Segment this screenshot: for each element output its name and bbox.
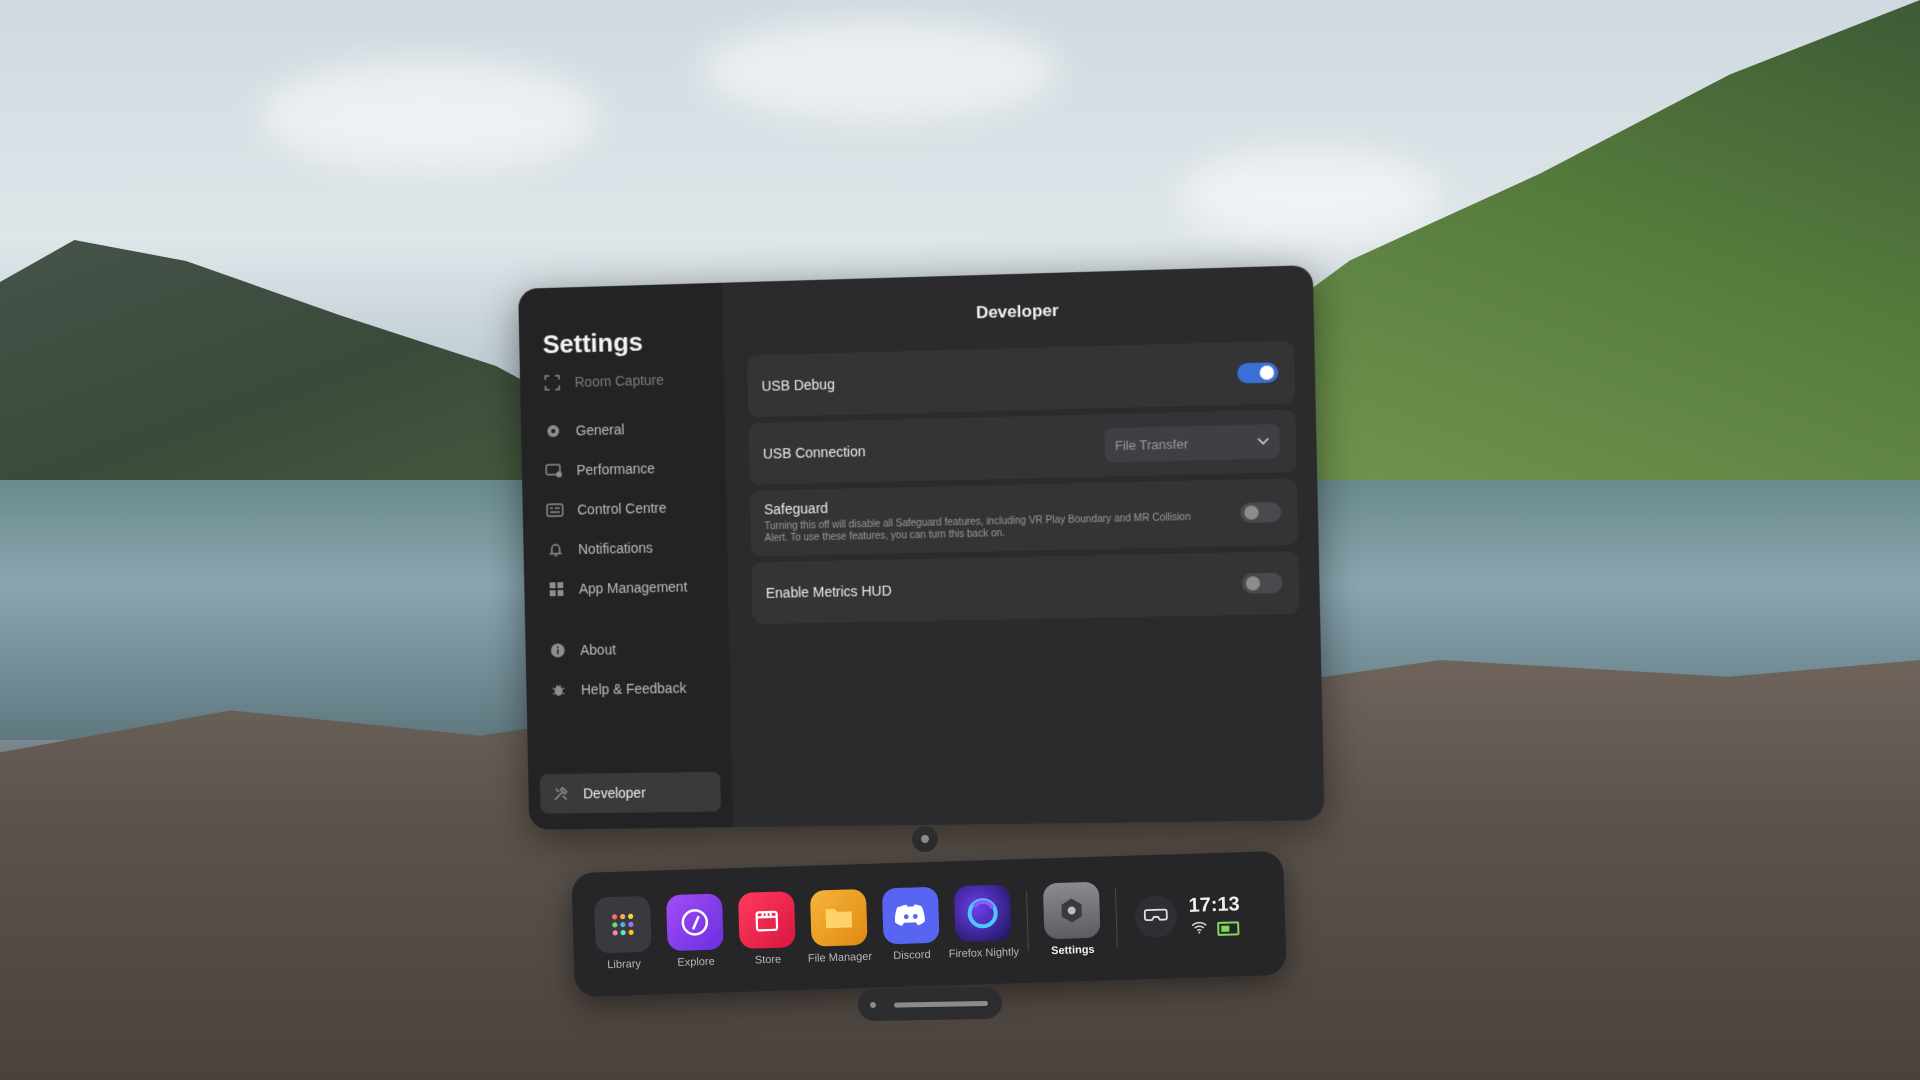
settings-sidebar: Settings Room Capture General Performanc… <box>518 282 734 830</box>
dock-app-firefox-nightly[interactable]: Firefox Nightly <box>946 884 1020 960</box>
sidebar-item-label: Developer <box>583 784 646 802</box>
firefox-nightly-icon <box>953 884 1012 943</box>
metrics-hud-toggle[interactable] <box>1241 572 1283 594</box>
sidebar-item-general[interactable]: General <box>532 407 713 451</box>
page-title: Developer <box>975 300 1059 323</box>
cloud <box>700 20 1060 120</box>
app-label: Firefox Nightly <box>948 946 1020 961</box>
gear-icon <box>544 422 562 440</box>
vr-environment: Settings Room Capture General Performanc… <box>0 0 1920 1080</box>
folder-icon <box>809 888 868 947</box>
sidebar-item-label: General <box>575 421 625 439</box>
usb-connection-dropdown[interactable]: File Transfer <box>1104 423 1280 463</box>
usb-connection-row: USB Connection File Transfer <box>748 409 1297 485</box>
developer-page: Developer USB Debug USB Connection File … <box>722 265 1325 827</box>
vr-headset-icon <box>1143 906 1169 928</box>
usb-connection-label: USB Connection <box>762 443 866 462</box>
settings-title: Settings <box>542 326 644 360</box>
compass-icon <box>665 893 724 952</box>
performance-icon <box>545 462 563 480</box>
safeguard-row: Safeguard Turning this off will disable … <box>749 478 1299 557</box>
wifi-icon <box>1191 921 1207 936</box>
sidebar-item-control-centre[interactable]: Control Centre <box>534 487 715 531</box>
sidebar-item-label: App Management <box>578 578 688 597</box>
dock-app-file-manager[interactable]: File Manager <box>802 888 876 965</box>
status-icons <box>1191 920 1240 937</box>
bell-icon <box>547 541 565 559</box>
grid-icon <box>548 580 566 598</box>
sidebar-item-label: Notifications <box>577 539 653 558</box>
discord-icon <box>881 886 940 945</box>
safeguard-text: Safeguard Turning this off will disable … <box>764 491 1206 545</box>
sidebar-item-label: Control Centre <box>577 499 667 518</box>
sidebar-item-app-management[interactable]: App Management <box>536 566 717 609</box>
app-dock: Library Explore Store File Manager Disco… <box>571 850 1287 998</box>
dock-divider <box>1026 890 1029 951</box>
store-icon <box>737 891 796 949</box>
settings-window: Settings Room Capture General Performanc… <box>518 265 1325 830</box>
cloud <box>1180 150 1440 240</box>
sidebar-item-label: About <box>580 641 617 658</box>
bug-icon <box>550 681 568 699</box>
safeguard-description: Turning this off will disable all Safegu… <box>764 511 1191 545</box>
sidebar-item-developer[interactable]: Developer <box>539 771 721 814</box>
cloud <box>260 60 600 170</box>
settings-hex-icon <box>1042 881 1101 940</box>
app-label: Explore <box>677 955 715 969</box>
control-centre-icon <box>546 501 564 519</box>
usb-connection-value: File Transfer <box>1114 435 1189 453</box>
app-label: Library <box>607 958 642 972</box>
headset-view-button[interactable] <box>1134 895 1178 939</box>
chevron-down-icon <box>1257 434 1270 448</box>
app-label: Discord <box>893 948 931 963</box>
window-grab-handle[interactable] <box>912 826 938 852</box>
dock-divider <box>1114 888 1118 949</box>
room-capture-icon <box>543 374 561 392</box>
dock-app-library[interactable]: Library <box>586 895 660 971</box>
app-label: File Manager <box>807 950 873 965</box>
toggle-knob <box>1259 365 1275 380</box>
toggle-knob <box>1244 505 1259 520</box>
library-grid-icon <box>594 895 652 954</box>
dock-grab-handle[interactable] <box>857 986 1003 1022</box>
tools-icon <box>552 785 570 803</box>
usb-debug-toggle[interactable] <box>1237 362 1279 384</box>
sidebar-item-label: Help & Feedback <box>580 679 687 698</box>
app-label: Store <box>754 953 782 967</box>
dock-app-explore[interactable]: Explore <box>658 893 732 969</box>
toggle-knob <box>1245 576 1261 591</box>
dock-app-store[interactable]: Store <box>730 891 804 967</box>
safeguard-toggle[interactable] <box>1240 501 1282 523</box>
clock: 17:13 <box>1188 893 1241 917</box>
dock-app-discord[interactable]: Discord <box>874 886 948 962</box>
sidebar-item-label: Room Capture <box>574 371 664 391</box>
metrics-hud-label: Enable Metrics HUD <box>765 582 892 601</box>
dock-app-settings[interactable]: Settings <box>1035 881 1109 957</box>
metrics-hud-row: Enable Metrics HUD <box>751 551 1300 625</box>
sidebar-item-about[interactable]: About <box>537 628 718 671</box>
sidebar-item-label: Performance <box>576 460 656 479</box>
battery-icon <box>1216 920 1240 936</box>
sidebar-item-room-capture[interactable]: Room Capture <box>531 364 712 399</box>
app-label: Settings <box>1051 943 1095 958</box>
info-icon <box>549 641 567 659</box>
status-area[interactable]: 17:13 <box>1188 893 1240 937</box>
sidebar-item-notifications[interactable]: Notifications <box>535 526 716 569</box>
usb-debug-label: USB Debug <box>761 376 835 395</box>
sidebar-item-performance[interactable]: Performance <box>533 447 714 491</box>
usb-debug-row: USB Debug <box>747 340 1296 418</box>
sidebar-item-help-feedback[interactable]: Help & Feedback <box>538 667 719 710</box>
